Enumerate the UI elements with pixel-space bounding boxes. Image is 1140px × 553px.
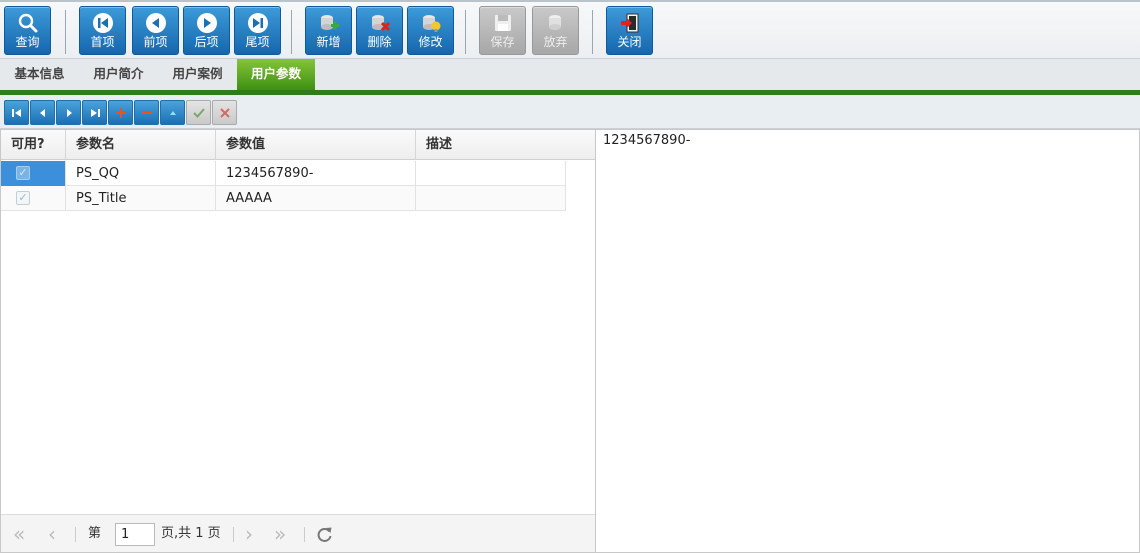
pager-separator <box>75 527 76 542</box>
params-grid: 可用? 参数名 参数值 描述 ✓ PS_QQ 1234567890- ✓ PS_… <box>0 129 596 553</box>
prev-record-button[interactable]: 前项 <box>132 6 179 55</box>
grid-header: 可用? 参数名 参数值 描述 <box>1 130 595 160</box>
pager-first-icon[interactable]: « <box>13 515 25 553</box>
enabled-checkbox[interactable]: ✓ <box>16 191 30 205</box>
first-record-icon <box>92 13 113 33</box>
plus-icon <box>115 108 126 118</box>
grid-confirm-button[interactable] <box>186 100 211 125</box>
query-button[interactable]: 查询 <box>4 6 51 55</box>
table-row[interactable]: ✓ PS_QQ 1234567890- <box>1 161 566 186</box>
next-record-label: 后项 <box>194 35 219 49</box>
tab-user-params[interactable]: 用户参数 <box>237 59 315 90</box>
delete-button-label: 删除 <box>367 35 392 49</box>
minus-icon <box>141 112 152 114</box>
up-arrow-icon <box>169 111 176 115</box>
grid-first-button[interactable] <box>4 100 29 125</box>
next-record-icon <box>196 13 217 33</box>
check-icon <box>192 108 205 118</box>
pager-prev-icon[interactable]: ‹ <box>48 515 56 553</box>
exit-door-icon <box>620 13 638 33</box>
table-row[interactable]: ✓ PS_Title AAAAA <box>1 186 566 211</box>
pager-last-icon[interactable]: » <box>274 515 286 553</box>
add-button[interactable]: 新增 <box>305 6 352 55</box>
grid-add-row-button[interactable] <box>108 100 133 125</box>
close-button[interactable]: 关闭 <box>606 6 653 55</box>
search-icon <box>18 13 37 33</box>
edit-record-icon <box>422 15 440 32</box>
prev-record-icon <box>145 13 166 33</box>
detail-panel[interactable]: 1234567890- <box>595 129 1140 553</box>
column-header-param-name[interactable]: 参数名 <box>66 130 216 160</box>
column-header-description[interactable]: 描述 <box>416 130 595 160</box>
column-header-enabled[interactable]: 可用? <box>1 130 66 160</box>
tab-basic-info[interactable]: 基本信息 <box>0 59 79 90</box>
toolbar-separator <box>65 10 66 54</box>
first-record-button[interactable]: 首项 <box>79 6 126 55</box>
main-toolbar: 查询 首项 前项 后项 尾项 新增 删除 修改 保存 放弃 关闭 <box>0 0 1140 59</box>
param-name-cell[interactable]: PS_Title <box>66 186 216 211</box>
grid-last-button[interactable] <box>82 100 107 125</box>
add-button-label: 新增 <box>316 35 341 49</box>
page-number-input[interactable] <box>115 523 155 546</box>
next-icon <box>66 109 72 117</box>
page-label-prefix: 第 <box>88 526 102 541</box>
discard-button-label: 放弃 <box>543 35 568 49</box>
param-name-cell[interactable]: PS_QQ <box>66 161 216 186</box>
next-record-button[interactable]: 后项 <box>183 6 230 55</box>
grid-prev-button[interactable] <box>30 100 55 125</box>
save-icon <box>494 15 511 31</box>
enabled-cell[interactable]: ✓ <box>1 161 66 186</box>
grid-cancel-button[interactable] <box>212 100 237 125</box>
last-record-label: 尾项 <box>245 35 270 49</box>
pager-next-icon[interactable]: › <box>245 515 253 553</box>
toolbar-separator <box>592 10 593 54</box>
last-record-button[interactable]: 尾项 <box>234 6 281 55</box>
param-value-cell[interactable]: 1234567890- <box>216 161 416 186</box>
prev-record-label: 前项 <box>143 35 168 49</box>
enabled-cell[interactable]: ✓ <box>1 186 66 211</box>
grid-remove-row-button[interactable] <box>134 100 159 125</box>
close-icon <box>219 108 230 118</box>
last-record-icon <box>247 13 268 33</box>
toolbar-separator <box>291 10 292 54</box>
query-button-label: 查询 <box>15 35 40 49</box>
first-record-label: 首项 <box>90 35 115 49</box>
tab-bar: 基本信息 用户简介 用户案例 用户参数 <box>0 59 1140 90</box>
discard-button[interactable]: 放弃 <box>532 6 579 55</box>
column-header-param-value[interactable]: 参数值 <box>216 130 416 160</box>
grid-toolbar <box>0 95 1140 129</box>
pager-separator <box>304 527 305 542</box>
edit-button-label: 修改 <box>418 35 443 49</box>
grid-edit-row-button[interactable] <box>160 100 185 125</box>
description-cell[interactable] <box>416 161 566 186</box>
edit-button[interactable]: 修改 <box>407 6 454 55</box>
pager-separator <box>233 527 234 542</box>
refresh-icon[interactable] <box>316 526 333 543</box>
delete-button[interactable]: 删除 <box>356 6 403 55</box>
detail-text: 1234567890- <box>603 133 691 148</box>
last-icon <box>90 109 100 117</box>
tab-user-profile[interactable]: 用户简介 <box>79 59 158 90</box>
page-label-suffix: 页,共 1 页 <box>161 526 221 541</box>
enabled-checkbox[interactable]: ✓ <box>16 166 30 180</box>
tab-user-cases[interactable]: 用户案例 <box>158 59 237 90</box>
prev-icon <box>39 109 45 117</box>
description-cell[interactable] <box>416 186 566 211</box>
grid-next-button[interactable] <box>56 100 81 125</box>
save-button[interactable]: 保存 <box>479 6 526 55</box>
save-button-label: 保存 <box>490 35 515 49</box>
add-record-icon <box>320 15 339 30</box>
discard-icon <box>548 15 561 30</box>
toolbar-separator <box>465 10 466 54</box>
delete-record-icon <box>371 15 390 32</box>
param-value-cell[interactable]: AAAAA <box>216 186 416 211</box>
close-button-label: 关闭 <box>617 35 642 49</box>
pagination-bar: « ‹ 第 页,共 1 页 › » <box>1 514 595 552</box>
first-icon <box>11 109 21 117</box>
